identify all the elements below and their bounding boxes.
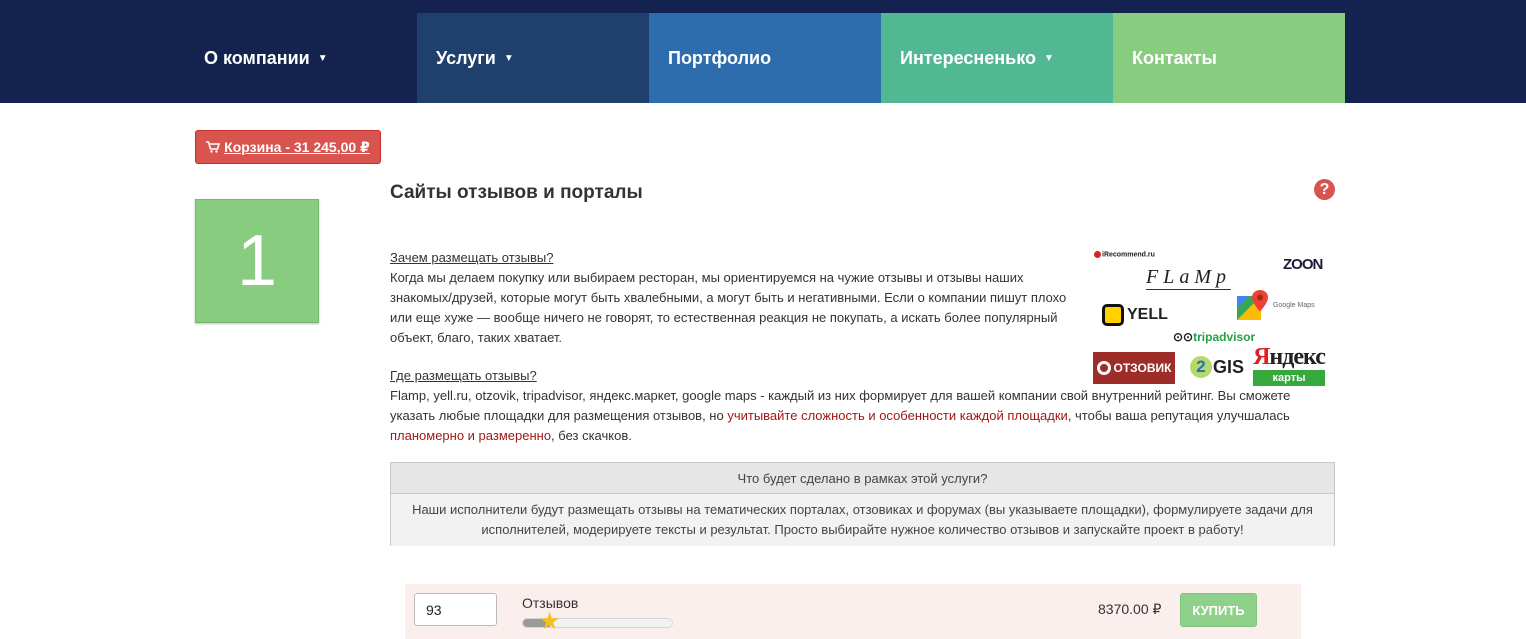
owl-icon: ⊙⊙ [1173, 330, 1194, 344]
irecommend-dot-icon [1094, 251, 1101, 258]
why-heading: Зачем размещать отзывы? [390, 250, 554, 265]
cart-icon [206, 141, 221, 153]
buy-button[interactable]: КУПИТЬ [1180, 593, 1257, 627]
cart-button[interactable]: Корзина - 31 245,00 ₽ [195, 130, 381, 164]
flamp-logo: FLaMp [1146, 266, 1231, 290]
nav-item-label: О компании [204, 47, 310, 68]
irecommend-logo: iRecommend.ru [1094, 251, 1155, 258]
yell-logo: YELL [1102, 304, 1168, 326]
caret-down-icon: ▼ [317, 52, 328, 64]
nav-item-label: Интересненько [900, 47, 1037, 68]
where-text: , без скачков. [551, 428, 632, 443]
nav-item-services[interactable]: Услуги ▼ [417, 13, 649, 103]
main-nav: О компании ▼ Услуги ▼ Портфолио Интересн… [185, 13, 1345, 103]
nav-item-portfolio[interactable]: Портфолио [649, 13, 881, 103]
nav-item-about[interactable]: О компании ▼ [185, 13, 417, 103]
caret-down-icon: ▼ [1044, 52, 1054, 64]
nav-item-interesting[interactable]: Интересненько ▼ [881, 13, 1113, 103]
where-heading: Где размещать отзывы? [390, 368, 537, 383]
yell-square-icon [1102, 304, 1124, 326]
where-highlight: учитывайте сложность и особенности каждо… [727, 408, 1068, 423]
help-icon[interactable]: ? [1314, 179, 1335, 200]
google-maps-pin-icon [1237, 290, 1268, 320]
quantity-slider[interactable]: ★ [522, 610, 673, 634]
caret-down-icon: ▼ [503, 52, 514, 64]
service-info-panel: Что будет сделано в рамках этой услуги? … [390, 462, 1335, 546]
info-panel-header: Что будет сделано в рамках этой услуги? [391, 463, 1334, 494]
slider-star-handle-icon[interactable]: ★ [539, 610, 561, 634]
nav-item-label: Услуги [436, 47, 496, 68]
quantity-input[interactable] [414, 593, 497, 626]
zoon-logo: ZOON [1283, 256, 1323, 273]
where-text: , чтобы ваша репутация улучшалась [1067, 408, 1290, 423]
order-price: 8370.00 ₽ [1098, 601, 1162, 617]
order-row: Отзывов ★ 8370.00 ₽ КУПИТЬ [405, 584, 1301, 639]
why-text: Когда мы делаем покупку или выбираем рес… [390, 270, 1067, 345]
why-section: Зачем размещать отзывы? Когда мы делаем … [390, 248, 1080, 348]
info-panel-body: Наши исполнители будут размещать отзывы … [391, 494, 1334, 546]
nav-item-label: Контакты [1132, 47, 1217, 68]
google-maps-logo: Google Maps [1236, 288, 1315, 322]
cart-label: Корзина - 31 245,00 ₽ [224, 138, 370, 155]
where-highlight: планомерно и размеренно [390, 428, 552, 443]
nav-item-contacts[interactable]: Контакты [1113, 13, 1345, 103]
top-navbar: О компании ▼ Услуги ▼ Портфолио Интересн… [0, 0, 1526, 103]
service-title: Сайты отзывов и порталы [390, 182, 643, 203]
nav-item-label: Портфолио [668, 47, 772, 68]
where-section: Где размещать отзывы? Flamp, yell.ru, ot… [390, 366, 1320, 446]
tripadvisor-logo: ⊙⊙tripadvisor [1173, 330, 1256, 344]
step-number-badge: 1 [195, 199, 319, 323]
